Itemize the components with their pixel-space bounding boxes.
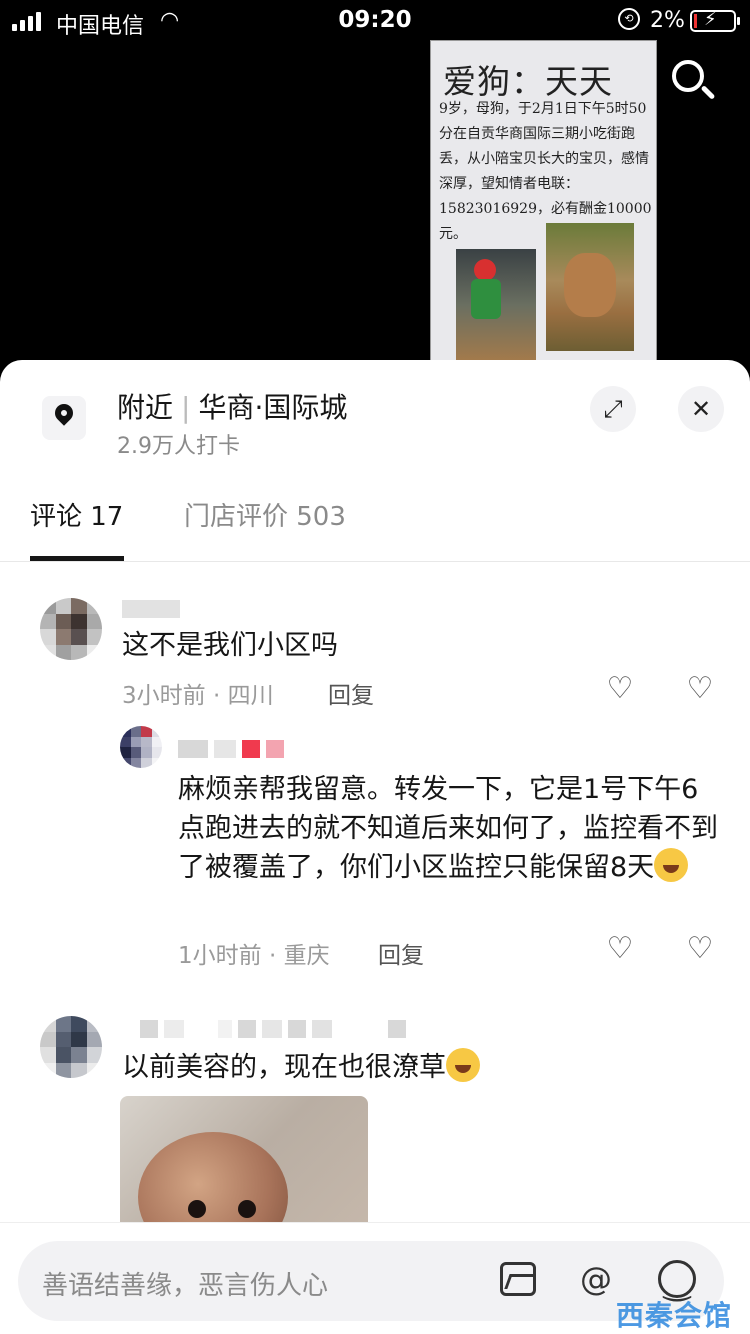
comment-body: 以前美容的，现在也很潦草 xyxy=(122,1052,446,1083)
image-icon[interactable] xyxy=(500,1262,536,1296)
title-separator: | xyxy=(181,391,191,424)
heart-icon[interactable]: ♡ xyxy=(604,674,636,704)
emoji-icon[interactable]: ‿ xyxy=(658,1260,696,1302)
avatar[interactable] xyxy=(120,726,162,768)
avatar[interactable] xyxy=(40,598,102,660)
username-blurred[interactable] xyxy=(122,600,180,618)
search-icon[interactable] xyxy=(670,58,716,104)
checkin-count: 2.9万人打卡 xyxy=(117,434,240,459)
lost-dog-poster[interactable]: 爱狗：天天 9岁，母狗，于2月1日下午5时50分在自贡华商国际三期小吃街跑丢，从… xyxy=(430,40,657,389)
battery-icon: ⚡ xyxy=(690,9,740,32)
location-title[interactable]: 附近 | 华商·国际城 xyxy=(117,386,347,426)
broken-heart-icon[interactable]: ♡ xyxy=(684,674,716,704)
broken-heart-icon[interactable]: ♡ xyxy=(684,934,716,964)
location-name: 华商·国际城 xyxy=(198,391,348,424)
laughing-emoji-icon xyxy=(654,848,689,882)
comments-sheet: 附近 | 华商·国际城 2.9万人打卡 ⤢ ✕ 评论 17 门店评价 503 这不是… xyxy=(0,360,750,1334)
expand-button[interactable]: ⤢ xyxy=(590,386,636,432)
heart-icon[interactable]: ♡ xyxy=(604,934,636,964)
reply-button[interactable]: 回复 xyxy=(328,676,374,710)
crying-laughing-emoji-icon xyxy=(446,1048,480,1082)
rotation-lock-icon: ⟲ xyxy=(618,8,640,30)
tab-bar: 评论 17 门店评价 503 xyxy=(0,492,750,562)
expand-icon: ⤢ xyxy=(603,395,623,423)
comment-text: 以前美容的，现在也很潦草 xyxy=(122,1048,480,1087)
status-bar: 中国电信 ◠ 09:20 ⟲ 2% ⚡ xyxy=(0,0,750,42)
avatar[interactable] xyxy=(40,1016,102,1078)
reply-button[interactable]: 回复 xyxy=(378,936,424,970)
tab-store-reviews[interactable]: 门店评价 503 xyxy=(184,496,346,533)
poster-title: 爱狗：天天 xyxy=(443,62,613,101)
tab-comments[interactable]: 评论 17 xyxy=(30,496,123,533)
username-blurred[interactable] xyxy=(178,740,284,758)
poster-photo-dog xyxy=(546,223,634,351)
at-icon[interactable]: @ xyxy=(576,1259,616,1299)
comment-text: 这不是我们小区吗 xyxy=(122,630,338,661)
input-placeholder: 善语结善缘，恶言伤人心 xyxy=(42,1271,329,1301)
username-blurred[interactable] xyxy=(140,1020,406,1038)
close-icon: ✕ xyxy=(690,395,712,423)
location-prefix: 附近 xyxy=(117,391,174,424)
comment-meta: 1小时前 · 重庆 xyxy=(178,943,330,969)
comment-body: 麻烦亲帮我留意。转发一下，它是1号下午6点跑进去的就不知道后来如何了，监控看不到… xyxy=(178,774,718,883)
close-button[interactable]: ✕ xyxy=(678,386,724,432)
comment-image-dog[interactable] xyxy=(120,1096,368,1236)
divider xyxy=(0,561,750,562)
watermark: 西秦会馆 xyxy=(616,1299,733,1332)
comment-text: 麻烦亲帮我留意。转发一下，它是1号下午6点跑进去的就不知道后来如何了，监控看不到… xyxy=(178,770,718,887)
location-pin-icon xyxy=(42,396,86,440)
comment-meta: 3小时前 · 四川 xyxy=(122,683,274,709)
battery-percent: 2% xyxy=(650,8,685,33)
